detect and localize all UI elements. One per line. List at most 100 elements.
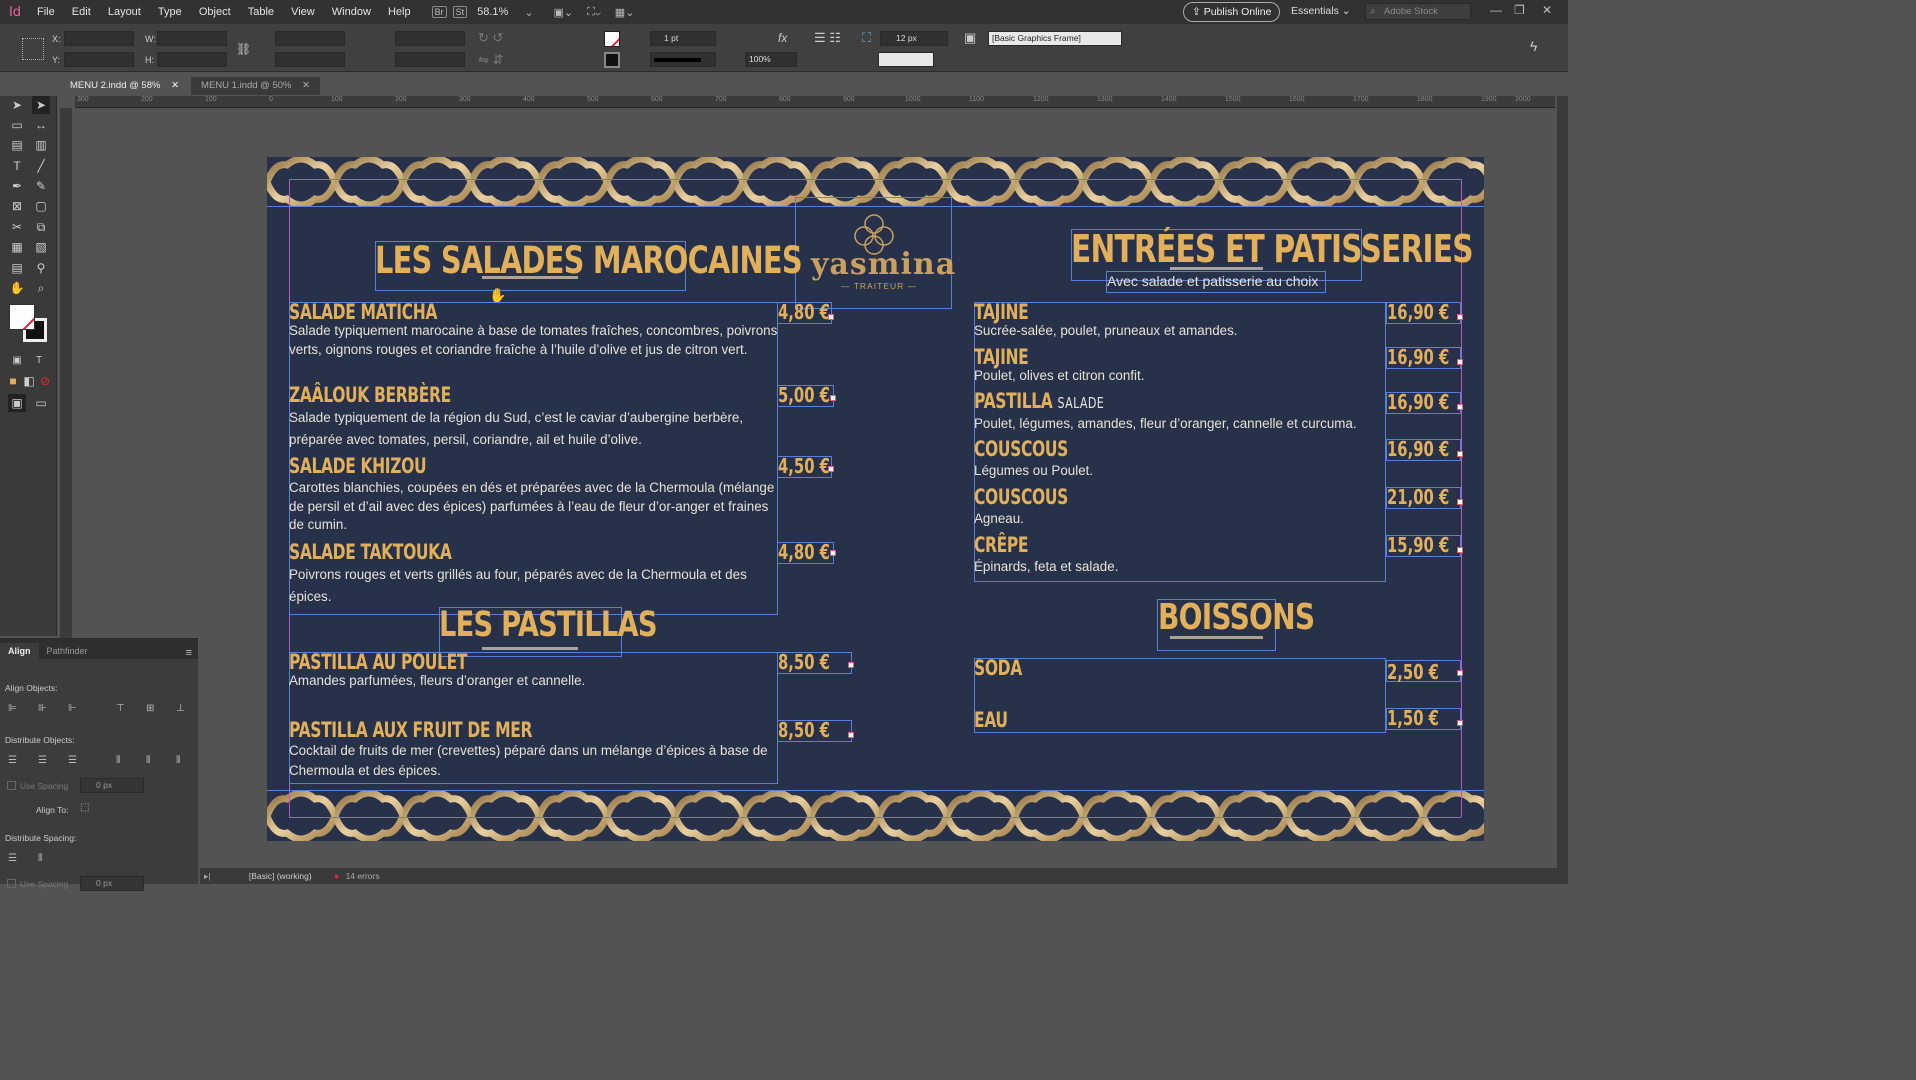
distribute-top-icon[interactable]: ☰	[8, 755, 22, 767]
adobe-stock-search[interactable]: ⌕ Adobe Stock	[1365, 3, 1471, 20]
x-field[interactable]	[64, 31, 134, 46]
menu-object[interactable]: Object	[199, 6, 231, 18]
normal-mode-icon[interactable]: ▣	[8, 394, 26, 412]
page-nav-icon[interactable]: ▸|	[204, 871, 210, 881]
stroke-type-dropdown[interactable]	[650, 52, 716, 67]
align-bottom-edges-icon[interactable]: ⊥	[176, 703, 190, 715]
distribute-hcenter-icon[interactable]: ⦀	[146, 755, 160, 767]
rotate-icon[interactable]: ↻ ↺	[478, 30, 503, 46]
distribute-vspace-icon[interactable]: ☰	[8, 853, 22, 865]
menu-file[interactable]: File	[37, 6, 55, 18]
restore-icon[interactable]: ❐	[1514, 3, 1525, 17]
gradient-feather-tool-icon[interactable]: ▧	[32, 238, 50, 256]
overset-handle[interactable]	[828, 466, 834, 472]
align-top-edges-icon[interactable]: ⊤	[116, 703, 130, 715]
panel-menu-icon[interactable]: ≡	[186, 647, 192, 659]
vertical-scrollbar[interactable]	[1557, 96, 1568, 868]
pencil-tool-icon[interactable]: ✎	[32, 177, 50, 195]
selection-tool-icon[interactable]: ➤	[8, 96, 26, 114]
preflight-profile[interactable]: [Basic] (working)	[249, 871, 312, 881]
eyedropper-tool-icon[interactable]: ⚲	[32, 259, 50, 277]
stock-button[interactable]: St	[452, 6, 468, 18]
stroke-swatch-icon[interactable]	[604, 52, 620, 68]
use-spacing-checkbox-2[interactable]	[7, 879, 16, 888]
tab-menu-1[interactable]: MENU 1.indd @ 50% ✕	[191, 77, 321, 95]
text-frame-boissons[interactable]	[974, 658, 1386, 733]
constrain-proportions-icon[interactable]: ⛓	[236, 42, 251, 56]
rotate-field[interactable]	[395, 31, 465, 46]
menu-window[interactable]: Window	[332, 6, 371, 18]
distribute-bottom-icon[interactable]: ☰	[68, 755, 82, 767]
menu-view[interactable]: View	[291, 6, 315, 18]
reference-point-icon[interactable]	[22, 38, 44, 60]
object-style-icon[interactable]: ▣	[964, 30, 976, 46]
stroke-weight-field[interactable]: 1 pt	[650, 31, 716, 46]
close-tab-icon[interactable]: ✕	[171, 80, 179, 91]
overset-handle[interactable]	[830, 550, 836, 556]
spacing-field-2[interactable]: 0 px	[80, 876, 144, 891]
overset-handle[interactable]	[1457, 720, 1463, 726]
zoom-dropdown-icon[interactable]: ⌄	[524, 6, 533, 19]
overset-handle[interactable]	[830, 395, 836, 401]
document-page[interactable]: yasmina — TRAITEUR — LES SALADES MAROCAI…	[267, 157, 1484, 841]
scissors-tool-icon[interactable]: ✂	[8, 218, 26, 236]
bridge-button[interactable]: Br	[431, 6, 447, 18]
spacing-field[interactable]: 0 px	[80, 778, 144, 793]
formatting-container-icon[interactable]: ▣	[8, 352, 26, 370]
screen-mode-icon[interactable]: ⛶⌄	[587, 6, 601, 19]
close-tab-icon[interactable]: ✕	[302, 80, 310, 91]
arrange-documents-icon[interactable]: ▦⌄	[615, 6, 635, 19]
align-to-selection-icon[interactable]: ⬚	[80, 802, 94, 814]
preflight-errors[interactable]: 14 errors	[346, 871, 380, 881]
distribute-left-icon[interactable]: ⦀	[116, 755, 130, 767]
fill-swatch-icon[interactable]	[604, 31, 620, 47]
distribute-center-icon[interactable]: ☰	[38, 755, 52, 767]
use-spacing-checkbox[interactable]	[7, 781, 16, 790]
align-horizontal-centers-icon[interactable]: ⊪	[38, 703, 52, 715]
align-right-edges-icon[interactable]: ⊩	[68, 703, 82, 715]
menu-table[interactable]: Table	[248, 6, 274, 18]
auto-fit-icon[interactable]: ⛶	[862, 30, 871, 46]
apply-none-icon[interactable]: ⊘	[36, 372, 54, 390]
overset-handle[interactable]	[1457, 404, 1463, 410]
shear-field[interactable]	[395, 52, 465, 67]
overset-handle[interactable]	[1457, 547, 1463, 553]
type-tool-icon[interactable]: T	[8, 157, 26, 175]
w-field[interactable]	[157, 31, 227, 46]
menu-help[interactable]: Help	[388, 6, 411, 18]
scale-x-field[interactable]	[275, 31, 345, 46]
menu-layout[interactable]: Layout	[108, 6, 141, 18]
lightning-icon[interactable]: ϟ	[1530, 38, 1537, 54]
fx-icon[interactable]: fx	[778, 31, 787, 45]
overset-handle[interactable]	[1457, 499, 1463, 505]
zoom-tool-icon[interactable]: ⌕	[32, 279, 50, 297]
note-tool-icon[interactable]: ▤	[8, 259, 26, 277]
overset-handle[interactable]	[1457, 314, 1463, 320]
distribute-right-icon[interactable]: ⦀	[176, 755, 190, 767]
menu-edit[interactable]: Edit	[72, 6, 91, 18]
overset-handle[interactable]	[1457, 359, 1463, 365]
overset-handle[interactable]	[848, 662, 854, 668]
page-tool-icon[interactable]: ▭	[8, 116, 26, 134]
workspace-switcher[interactable]: Essentials ⌄	[1291, 5, 1351, 17]
text-wrap-icon[interactable]: ☰ ☷	[814, 30, 841, 46]
fill-color-field[interactable]	[878, 52, 934, 67]
menu-type[interactable]: Type	[158, 6, 182, 18]
line-tool-icon[interactable]: ╱	[32, 157, 50, 175]
fill-stroke-swatch-icon[interactable]	[7, 302, 51, 346]
align-vertical-centers-icon[interactable]: ⊞	[146, 703, 160, 715]
tab-pathfinder[interactable]: Pathfinder	[39, 643, 96, 659]
minimize-icon[interactable]: —	[1490, 3, 1502, 17]
preview-mode-icon[interactable]: ▭	[32, 394, 50, 412]
object-scale-field[interactable]: 100%	[745, 52, 797, 67]
rectangle-tool-icon[interactable]: ▢	[32, 197, 50, 215]
content-placer-icon[interactable]: ▥	[32, 136, 50, 154]
view-options-icon[interactable]: ▣⌄	[554, 6, 574, 19]
gradient-swatch-tool-icon[interactable]: ▦	[8, 238, 26, 256]
gap-field[interactable]: 12 px	[880, 31, 948, 46]
overset-handle[interactable]	[1457, 670, 1463, 676]
h-field[interactable]	[157, 52, 227, 67]
distribute-hspace-icon[interactable]: ⦀	[38, 853, 52, 865]
tab-align[interactable]: Align	[0, 643, 39, 659]
overset-handle[interactable]	[828, 314, 834, 320]
